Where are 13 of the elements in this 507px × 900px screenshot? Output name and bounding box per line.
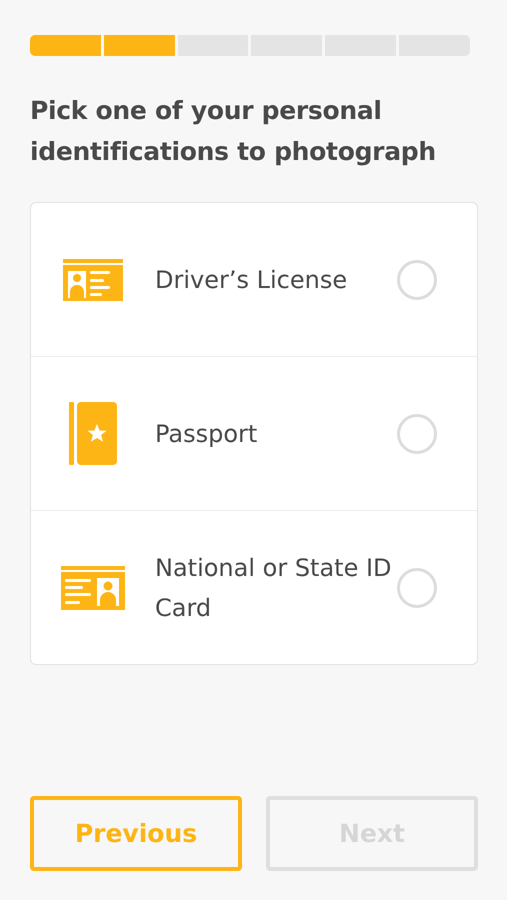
page-title: Pick one of your personal identifications to photograph (30, 95, 437, 168)
id-card-icon (63, 258, 123, 300)
id-card-icon (61, 566, 125, 610)
option-label: Passport (155, 418, 258, 450)
option-label: Driver’s License (155, 264, 348, 296)
option-label: National or State ID Card (155, 552, 393, 624)
id-option[interactable]: Passport (31, 356, 477, 510)
passport-icon (69, 402, 117, 465)
id-option[interactable]: Driver’s License (31, 203, 477, 356)
radio-button[interactable] (397, 260, 437, 300)
id-option[interactable]: National or State ID Card (31, 510, 477, 664)
radio-button[interactable] (397, 414, 437, 454)
radio-button[interactable] (397, 568, 437, 608)
